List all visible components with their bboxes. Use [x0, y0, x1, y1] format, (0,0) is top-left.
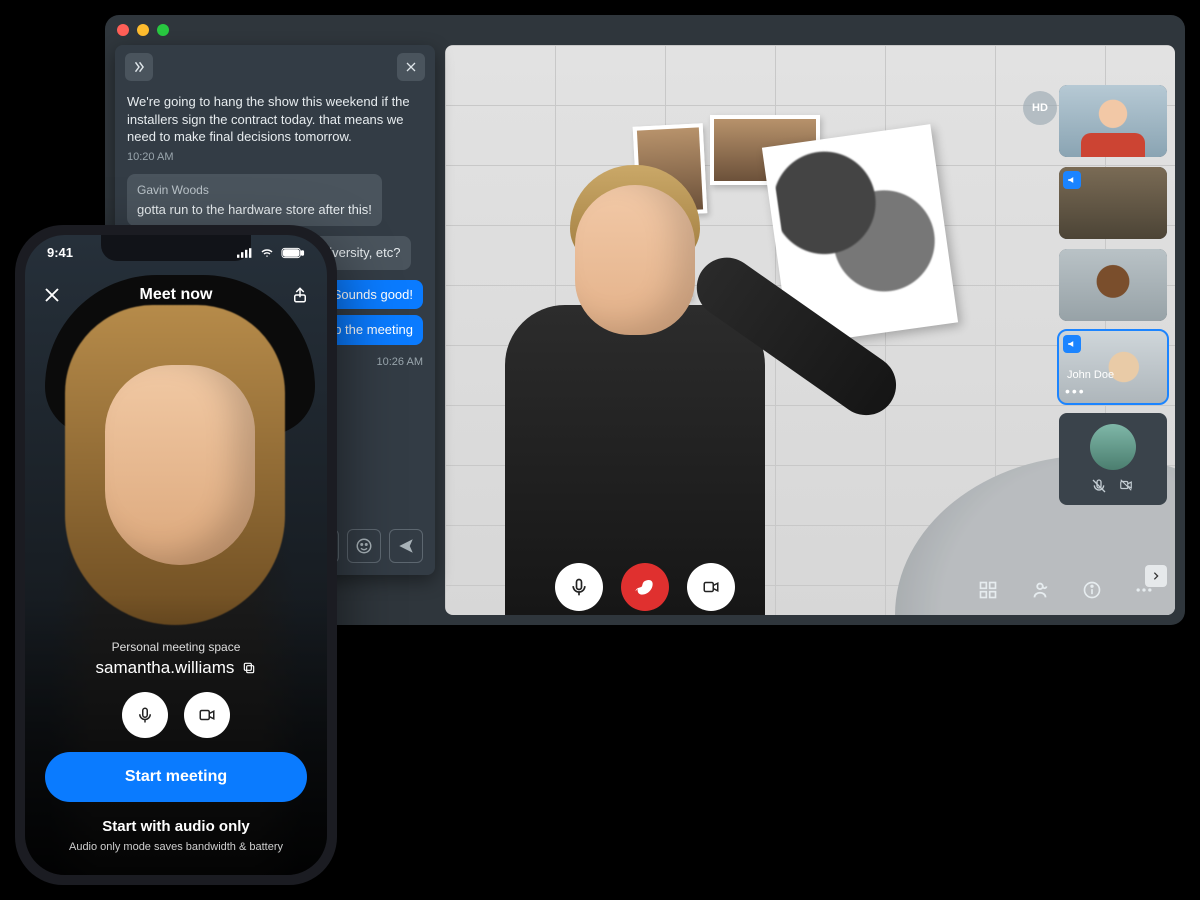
close-traffic-button[interactable]: [117, 24, 129, 36]
participant-menu-button[interactable]: •••: [1065, 383, 1086, 399]
status-time: 9:41: [47, 245, 73, 260]
chat-message-text: gotta run to the hardware store after th…: [137, 201, 372, 219]
chat-message: We're going to hang the show this weeken…: [127, 93, 423, 164]
camera-toggle-button[interactable]: [184, 692, 230, 738]
end-call-button[interactable]: [621, 563, 669, 611]
chat-message: Gavin Woods gotta run to the hardware st…: [127, 174, 423, 226]
minimize-traffic-button[interactable]: [137, 24, 149, 36]
chat-close-button[interactable]: [397, 53, 425, 81]
traffic-lights: [117, 24, 169, 36]
participant-thumbnail-selected[interactable]: John Doe •••: [1059, 331, 1167, 403]
chat-sender: Gavin Woods: [137, 182, 372, 198]
emoji-button[interactable]: [347, 529, 381, 563]
camera-button[interactable]: [687, 563, 735, 611]
participant-thumbnail[interactable]: [1059, 85, 1167, 157]
participant-thumbnail-self[interactable]: [1059, 413, 1167, 505]
chat-outgoing-text: Sounds good!: [323, 280, 423, 310]
active-speaker-figure: [465, 155, 765, 615]
info-button[interactable]: [1079, 577, 1105, 603]
mute-button[interactable]: [555, 563, 603, 611]
phone-screen: 9:41 Meet now Persona: [25, 235, 327, 875]
meeting-space-name: samantha.williams: [96, 658, 235, 678]
cellular-icon: [237, 248, 253, 258]
phone-device: 9:41 Meet now Persona: [15, 225, 337, 885]
meet-now-panel: Personal meeting space samantha.williams…: [25, 626, 327, 875]
participants-button[interactable]: [1027, 577, 1053, 603]
phone-top-bar: Meet now: [25, 279, 327, 311]
layout-grid-button[interactable]: [975, 577, 1001, 603]
megaphone-icon: [1063, 171, 1081, 189]
chat-collapse-button[interactable]: [125, 53, 153, 81]
copy-icon[interactable]: [242, 661, 256, 675]
battery-icon: [281, 247, 305, 259]
participant-name: John Doe: [1067, 369, 1114, 381]
participant-thumbnail[interactable]: [1059, 249, 1167, 321]
chat-message-time: 10:20 AM: [127, 150, 423, 165]
zoom-traffic-button[interactable]: [157, 24, 169, 36]
participant-strip: John Doe •••: [1059, 85, 1167, 505]
chat-message-text: We're going to hang the show this weeken…: [127, 93, 423, 146]
start-audio-only-button[interactable]: Start with audio only: [45, 818, 307, 835]
secondary-controls: [975, 577, 1157, 603]
avatar: [1090, 424, 1136, 470]
megaphone-icon: [1063, 335, 1081, 353]
share-button[interactable]: [291, 285, 309, 305]
mic-muted-icon: [1091, 478, 1107, 494]
close-button[interactable]: [43, 286, 61, 304]
meeting-space-label: Personal meeting space: [45, 640, 307, 654]
send-button[interactable]: [389, 529, 423, 563]
window-titlebar: [105, 15, 1185, 45]
screen-title: Meet now: [140, 286, 213, 304]
more-options-button[interactable]: [1131, 577, 1157, 603]
participant-thumbnail[interactable]: [1059, 167, 1167, 239]
mic-toggle-button[interactable]: [122, 692, 168, 738]
wifi-icon: [259, 247, 275, 259]
hd-badge: HD: [1023, 91, 1057, 125]
start-meeting-button[interactable]: Start meeting: [45, 752, 307, 802]
camera-off-icon: [1117, 478, 1135, 494]
phone-status-bar: 9:41: [25, 241, 327, 264]
audio-only-hint: Audio only mode saves bandwidth & batter…: [45, 841, 307, 853]
